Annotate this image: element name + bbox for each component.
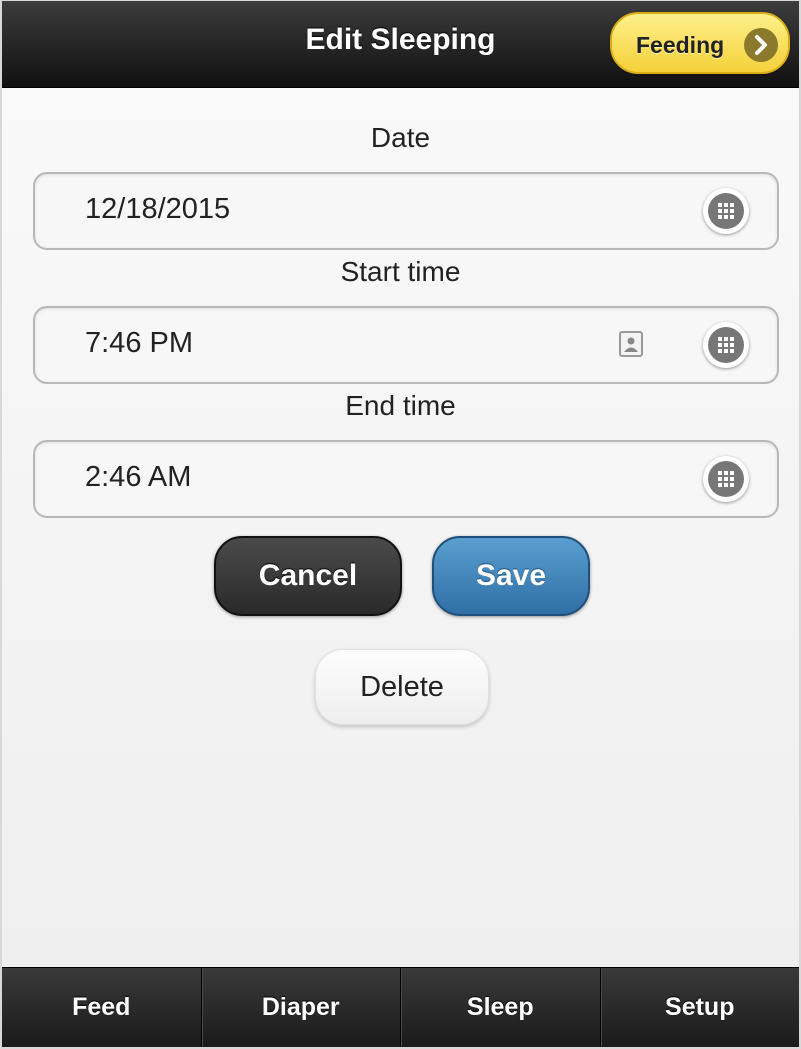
end-time-value: 2:46 AM bbox=[85, 461, 192, 493]
date-label: Date bbox=[370, 122, 431, 153]
end-time-field[interactable]: 2:46 AM bbox=[33, 440, 779, 518]
date-value: 12/18/2015 bbox=[85, 193, 231, 225]
app-screen: Edit Sleeping Feeding Date 12/18/2015 St… bbox=[2, 1, 799, 1047]
bottom-nav: Feed Diaper Sleep Setup bbox=[2, 967, 799, 1047]
nav-item-feed[interactable]: Feed bbox=[2, 968, 201, 1047]
feeding-button[interactable]: Feeding bbox=[610, 12, 790, 74]
nav-item-sleep[interactable]: Sleep bbox=[400, 968, 600, 1047]
cancel-button[interactable]: Cancel bbox=[214, 536, 402, 616]
date-picker-button[interactable] bbox=[703, 188, 749, 234]
nav-item-diaper[interactable]: Diaper bbox=[200, 968, 401, 1047]
start-time-value: 7:46 PM bbox=[85, 327, 193, 359]
contact-card-icon[interactable] bbox=[619, 331, 643, 357]
nav-item-setup[interactable]: Setup bbox=[599, 968, 800, 1047]
save-button[interactable]: Save bbox=[432, 536, 590, 616]
end-time-label: End time bbox=[345, 390, 456, 421]
start-time-picker-button[interactable] bbox=[703, 322, 749, 368]
date-field[interactable]: 12/18/2015 bbox=[33, 172, 779, 250]
feeding-button-label: Feeding bbox=[636, 32, 725, 58]
delete-button[interactable]: Delete bbox=[315, 649, 489, 725]
chevron-right-icon bbox=[744, 28, 778, 62]
end-time-picker-button[interactable] bbox=[703, 456, 749, 502]
start-time-field[interactable]: 7:46 PM bbox=[33, 306, 779, 384]
header-bar: Edit Sleeping Feeding bbox=[2, 1, 799, 88]
start-time-label: Start time bbox=[340, 256, 461, 287]
